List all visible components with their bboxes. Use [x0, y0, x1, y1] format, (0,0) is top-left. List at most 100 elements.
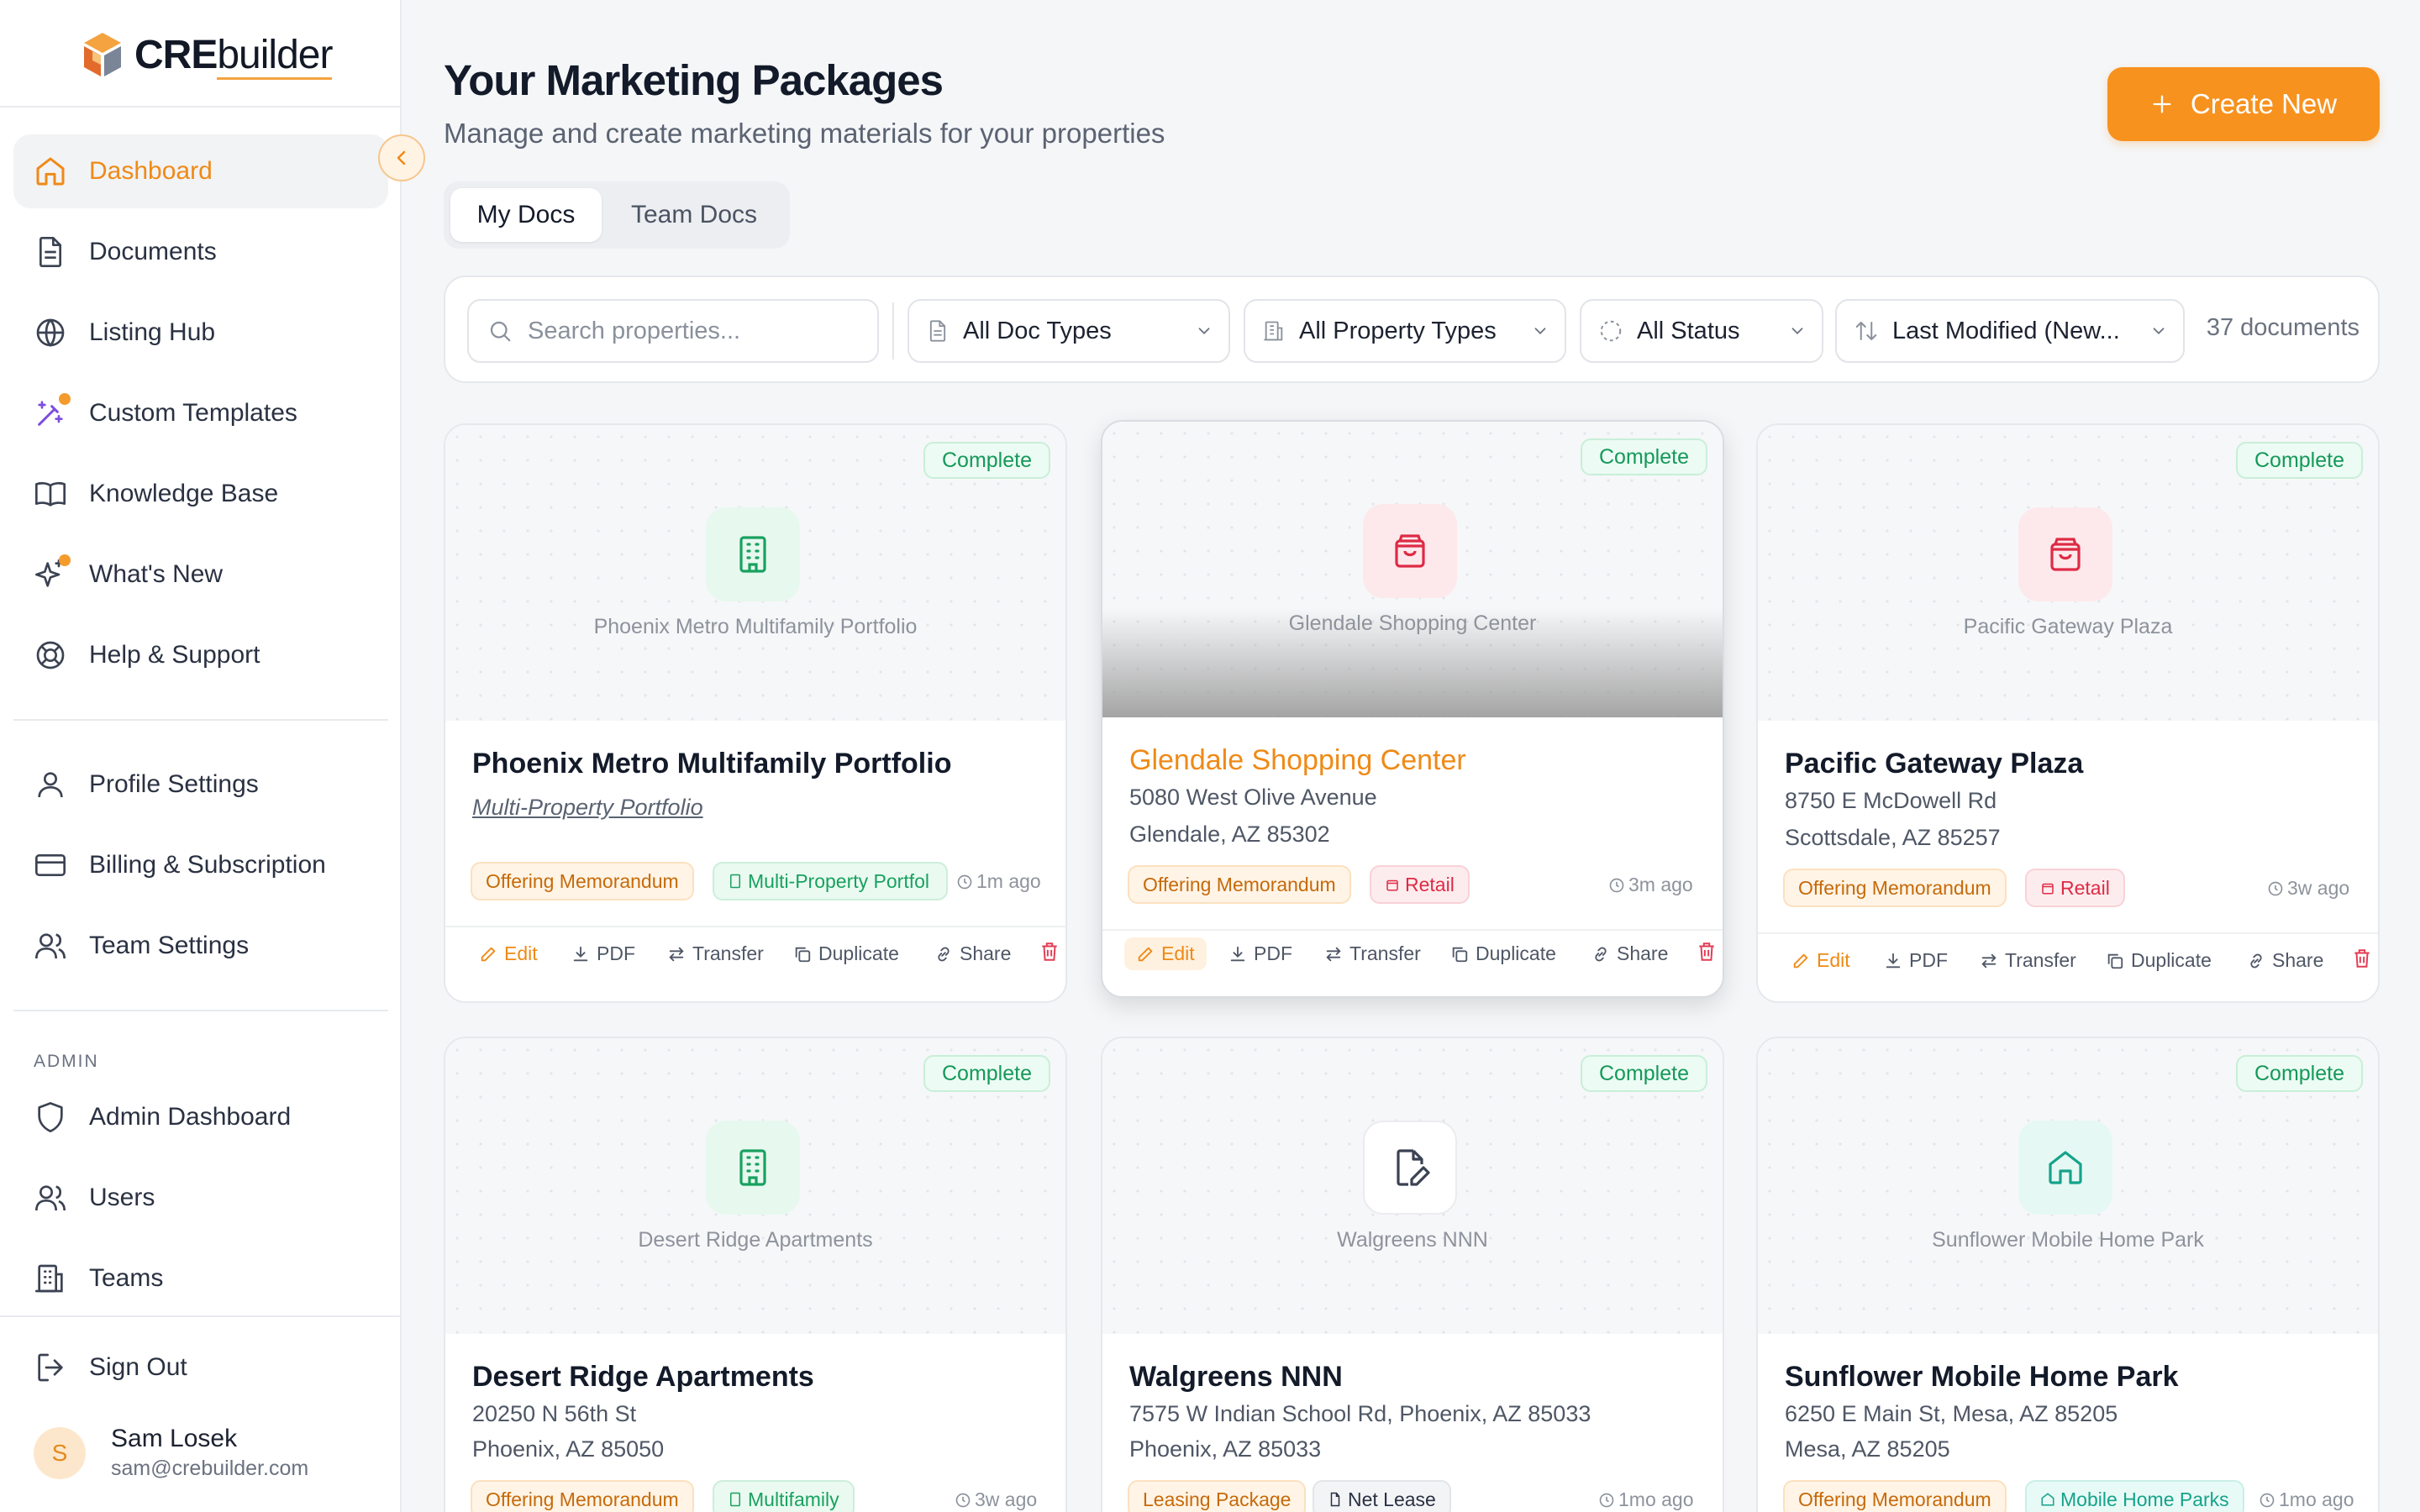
chevron-down-icon — [1534, 328, 1546, 335]
card-title[interactable]: Glendale Shopping Center — [1129, 744, 1466, 777]
share-label: Share — [960, 942, 1012, 964]
sort-select[interactable]: Last Modified (New... — [1835, 299, 2185, 363]
pdf-button[interactable]: PDF — [571, 942, 635, 965]
pencil-icon — [481, 947, 496, 961]
user-profile[interactable]: S Sam Losek sam@crebuilder.com — [34, 1425, 308, 1481]
property-icon — [2018, 1121, 2112, 1215]
chevron-down-icon — [1791, 328, 1803, 335]
status-badge: Complete — [923, 1055, 1050, 1092]
sidebar-divider — [0, 1315, 402, 1317]
property-type-tag: Net Lease — [1313, 1480, 1451, 1512]
modified-time: 1mo ago — [2259, 1488, 2354, 1511]
doc-type-tag: Leasing Package — [1128, 1480, 1307, 1512]
card-address-line-1: 20250 N 56th St — [472, 1401, 637, 1426]
card-thumbnail: Complete Walgreens NNN — [1102, 1038, 1723, 1334]
file-edit-icon — [1330, 1492, 1340, 1507]
trash-icon — [2354, 949, 2370, 968]
clock-icon — [1609, 878, 1624, 892]
app-logo[interactable]: CREbuilder — [77, 25, 333, 84]
sidebar-item-custom-templates[interactable]: Custom Templates — [13, 376, 388, 450]
property-type-select[interactable]: All Property Types — [1244, 299, 1566, 363]
card-divider — [1102, 929, 1723, 931]
doc-type-select[interactable]: All Doc Types — [908, 299, 1230, 363]
document-card[interactable]: Complete Pacific Gateway Plaza Pacific G… — [1756, 423, 2380, 1003]
edit-button[interactable]: Edit — [1124, 937, 1207, 970]
sign-out-button[interactable]: Sign Out — [13, 1331, 388, 1404]
share-button[interactable]: Share — [934, 942, 1011, 965]
sort-arrows-icon — [1855, 322, 1877, 340]
share-button[interactable]: Share — [1591, 942, 1668, 965]
card-address-line-1: 7575 W Indian School Rd, Phoenix, AZ 850… — [1129, 1401, 1591, 1426]
transfer-button[interactable]: Transfer — [667, 942, 764, 965]
sidebar-item-listing-hub[interactable]: Listing Hub — [13, 296, 388, 370]
sidebar-item-profile-settings[interactable]: Profile Settings — [13, 748, 388, 822]
card-title[interactable]: Pacific Gateway Plaza — [1785, 748, 2083, 780]
sidebar-item-label: Dashboard — [89, 157, 213, 185]
sidebar-item-help-support[interactable]: Help & Support — [13, 618, 388, 692]
download-icon — [1886, 953, 1901, 968]
sidebar-item-teams[interactable]: Teams — [13, 1242, 388, 1315]
edit-button[interactable]: Edit — [1791, 949, 1850, 972]
delete-button[interactable] — [1696, 941, 1718, 963]
sidebar-item-whats-new[interactable]: What's New — [13, 538, 388, 612]
duplicate-button[interactable]: Duplicate — [2106, 949, 2212, 972]
shopping-bag-icon — [2050, 538, 2081, 571]
card-title[interactable]: Desert Ridge Apartments — [472, 1361, 814, 1394]
sign-out-label: Sign Out — [89, 1353, 187, 1381]
property-type-label: Net Lease — [1348, 1488, 1436, 1510]
user-email: sam@crebuilder.com — [111, 1457, 309, 1480]
edit-button[interactable]: Edit — [479, 942, 538, 965]
card-subtitle: Multi-Property Portfolio — [472, 795, 703, 820]
duplicate-button[interactable]: Duplicate — [793, 942, 899, 965]
sidebar-item-dashboard[interactable]: Dashboard — [13, 134, 388, 208]
search-icon — [490, 321, 511, 342]
property-type-value: All Property Types — [1299, 317, 1497, 344]
pdf-button[interactable]: PDF — [1228, 942, 1292, 965]
search-input[interactable]: Search properties... — [467, 299, 879, 363]
transfer-button[interactable]: Transfer — [1324, 942, 1421, 965]
property-type-label: Multi-Property Portfol — [748, 869, 930, 892]
document-card[interactable]: Complete Phoenix Metro Multifamily Portf… — [444, 423, 1067, 1003]
duplicate-label: Duplicate — [818, 942, 899, 964]
tab-team-docs[interactable]: Team Docs — [607, 188, 781, 242]
sidebar-item-team-settings[interactable]: Team Settings — [13, 909, 388, 983]
card-title[interactable]: Phoenix Metro Multifamily Portfolio — [472, 748, 951, 780]
property-type-label: Mobile Home Parks — [2060, 1488, 2229, 1510]
card-title[interactable]: Walgreens NNN — [1129, 1361, 1343, 1394]
delete-button[interactable] — [2351, 948, 2373, 969]
time-label: 1mo ago — [1618, 1488, 1694, 1510]
property-type-label: Retail — [1405, 873, 1455, 895]
doc-type-value: All Doc Types — [963, 317, 1112, 344]
document-card[interactable]: Complete Desert Ridge Apartments Desert … — [444, 1037, 1067, 1512]
time-label: 1mo ago — [2279, 1488, 2354, 1510]
transfer-button[interactable]: Transfer — [1980, 949, 2076, 972]
create-new-button[interactable]: Create New — [2107, 67, 2380, 141]
share-label: Share — [2272, 949, 2324, 971]
modified-time: 1mo ago — [1598, 1488, 1694, 1511]
document-card[interactable]: Complete Walgreens NNN Walgreens NNN 757… — [1101, 1037, 1724, 1512]
pdf-button[interactable]: PDF — [1884, 949, 1948, 972]
building-icon — [34, 1262, 67, 1295]
sidebar-item-documents[interactable]: Documents — [13, 215, 388, 289]
logo-mark-icon — [84, 33, 121, 76]
sidebar-item-knowledge-base[interactable]: Knowledge Base — [13, 457, 388, 531]
status-select[interactable]: All Status — [1580, 299, 1823, 363]
card-title[interactable]: Sunflower Mobile Home Park — [1785, 1361, 2179, 1394]
transfer-icon — [669, 947, 684, 961]
duplicate-button[interactable]: Duplicate — [1450, 942, 1556, 965]
card-address-line-1: 8750 E McDowell Rd — [1785, 788, 1997, 813]
building-icon — [730, 1492, 740, 1507]
sidebar-item-billing[interactable]: Billing & Subscription — [13, 828, 388, 902]
sidebar-item-users[interactable]: Users — [13, 1161, 388, 1235]
share-button[interactable]: Share — [2247, 949, 2323, 972]
page-subtitle: Manage and create marketing materials fo… — [444, 118, 1165, 149]
card-address-line-2: Phoenix, AZ 85033 — [1129, 1436, 1322, 1462]
tab-my-docs[interactable]: My Docs — [450, 188, 602, 242]
sidebar-item-admin-dashboard[interactable]: Admin Dashboard — [13, 1080, 388, 1154]
delete-button[interactable] — [1039, 941, 1060, 963]
document-card[interactable]: Complete Sunflower Mobile Home Park Sunf… — [1756, 1037, 2380, 1512]
book-icon — [34, 477, 67, 511]
home-icon — [2049, 1151, 2082, 1184]
collapse-sidebar-button[interactable] — [378, 134, 425, 181]
document-card[interactable]: Complete Glendale Shopping Center Glenda… — [1101, 420, 1724, 998]
